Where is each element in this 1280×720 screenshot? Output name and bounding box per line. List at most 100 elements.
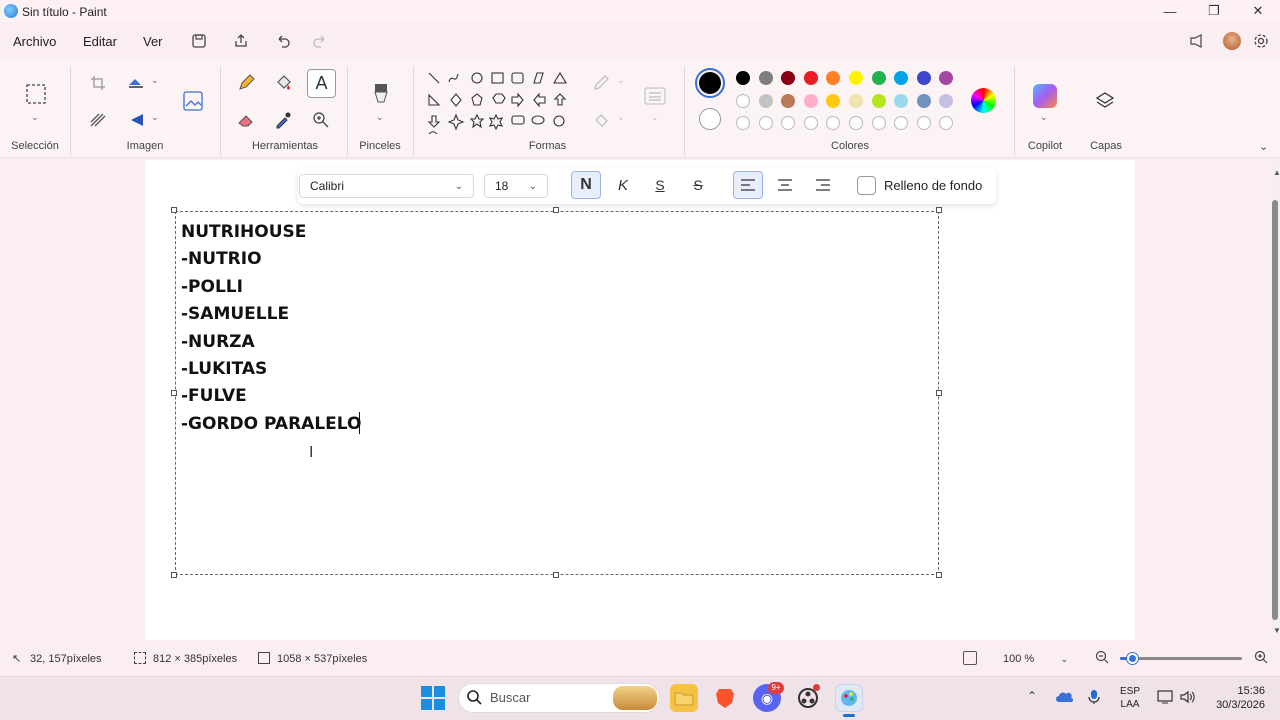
custom-color-slot[interactable] bbox=[871, 116, 886, 130]
color-swatch[interactable] bbox=[939, 71, 954, 85]
align-right-button[interactable] bbox=[808, 171, 838, 199]
feedback-icon[interactable] bbox=[1186, 30, 1208, 52]
redo-icon[interactable] bbox=[309, 30, 331, 52]
custom-color-slot[interactable] bbox=[939, 116, 954, 130]
chevron-down-icon[interactable]: ⌄ bbox=[1040, 112, 1048, 123]
resize-handle[interactable] bbox=[936, 572, 942, 578]
save-icon[interactable] bbox=[188, 30, 210, 52]
primary-color-slot[interactable] bbox=[695, 68, 725, 98]
paint-taskbar-icon[interactable] bbox=[835, 684, 863, 712]
background-fill-checkbox[interactable] bbox=[857, 176, 876, 195]
zoom-out-icon[interactable] bbox=[1095, 650, 1109, 669]
menu-ver[interactable]: Ver bbox=[143, 34, 163, 49]
image-select-icon[interactable] bbox=[86, 108, 110, 132]
color-swatch[interactable] bbox=[736, 71, 750, 85]
vertical-scrollbar[interactable]: ▲ ▼ bbox=[1270, 160, 1280, 640]
layers-icon[interactable] bbox=[1093, 89, 1117, 113]
line-size-icon[interactable] bbox=[642, 84, 668, 108]
custom-color-slot[interactable] bbox=[758, 116, 773, 130]
resize-handle[interactable] bbox=[553, 572, 559, 578]
custom-color-slot[interactable] bbox=[781, 116, 796, 130]
rectangle-select-icon[interactable] bbox=[23, 81, 49, 107]
chevron-down-icon[interactable]: ⌄ bbox=[31, 112, 39, 123]
ribbon-collapse-chevron-icon[interactable]: ⌄ bbox=[1259, 140, 1268, 153]
color-swatch[interactable] bbox=[916, 93, 931, 108]
resize-handle[interactable] bbox=[936, 390, 942, 396]
color-swatch[interactable] bbox=[758, 71, 773, 85]
minimize-button[interactable]: — bbox=[1148, 0, 1192, 22]
scroll-up-icon[interactable]: ▲ bbox=[1273, 168, 1280, 177]
crop-icon[interactable] bbox=[86, 71, 110, 95]
onedrive-cloud-icon[interactable] bbox=[1055, 690, 1073, 709]
align-center-button[interactable] bbox=[770, 171, 800, 199]
color-swatch[interactable] bbox=[939, 93, 954, 108]
menu-editar[interactable]: Editar bbox=[83, 34, 117, 49]
resize-handle[interactable] bbox=[171, 207, 177, 213]
resize-handle[interactable] bbox=[936, 207, 942, 213]
chevron-down-icon[interactable]: ⌄ bbox=[376, 112, 384, 123]
custom-color-slot[interactable] bbox=[849, 116, 863, 130]
custom-color-slot[interactable] bbox=[916, 116, 931, 130]
text-tool-icon[interactable]: A bbox=[307, 69, 336, 98]
color-swatch[interactable] bbox=[871, 93, 886, 108]
resize-handle[interactable] bbox=[171, 572, 177, 578]
scroll-thumb[interactable] bbox=[1272, 200, 1278, 620]
fill-bucket-icon[interactable] bbox=[271, 71, 295, 95]
color-swatch[interactable] bbox=[758, 93, 773, 108]
file-explorer-icon[interactable] bbox=[670, 684, 698, 712]
image-generator-icon[interactable] bbox=[180, 88, 206, 114]
resize-icon[interactable] bbox=[124, 71, 148, 95]
color-swatch[interactable] bbox=[803, 93, 818, 108]
shape-fill-icon[interactable] bbox=[590, 108, 614, 132]
edit-colors-icon[interactable] bbox=[971, 88, 996, 113]
color-swatch[interactable] bbox=[894, 93, 909, 108]
copilot-icon[interactable] bbox=[1033, 84, 1057, 108]
color-swatch[interactable] bbox=[849, 93, 863, 108]
custom-color-slot[interactable] bbox=[736, 116, 750, 130]
zoom-in-icon[interactable] bbox=[1254, 650, 1268, 669]
brush-icon[interactable] bbox=[368, 80, 394, 108]
font-size-dropdown[interactable]: 18 ⌄ bbox=[484, 174, 548, 198]
shape-outline-icon[interactable] bbox=[590, 71, 614, 95]
italic-button[interactable]: K bbox=[608, 171, 638, 199]
restore-button[interactable]: ❐ bbox=[1192, 0, 1236, 22]
color-swatch[interactable] bbox=[803, 71, 818, 85]
underline-button[interactable]: S bbox=[645, 171, 675, 199]
zoom-dropdown[interactable]: 100 % ⌄ bbox=[993, 648, 1078, 670]
scroll-down-icon[interactable]: ▼ bbox=[1273, 626, 1280, 635]
windows-start-icon[interactable] bbox=[421, 686, 445, 710]
eraser-icon[interactable] bbox=[234, 108, 258, 132]
menu-archivo[interactable]: Archivo bbox=[13, 34, 56, 49]
undo-icon[interactable] bbox=[272, 30, 294, 52]
magnifier-icon[interactable] bbox=[309, 108, 333, 132]
settings-gear-icon[interactable] bbox=[1250, 30, 1272, 52]
rotate-icon[interactable] bbox=[124, 108, 148, 132]
bold-button[interactable]: N bbox=[571, 171, 601, 199]
volume-icon[interactable] bbox=[1180, 690, 1196, 709]
chevron-down-icon[interactable]: ⌄ bbox=[151, 112, 159, 123]
secondary-color-swatch[interactable] bbox=[699, 108, 721, 130]
color-swatch[interactable] bbox=[781, 71, 796, 85]
color-swatch[interactable] bbox=[826, 93, 841, 108]
color-swatch[interactable] bbox=[826, 71, 841, 85]
text-content[interactable]: NUTRIHOUSE -NUTRIO -POLLI -SAMUELLE -NUR… bbox=[181, 219, 361, 438]
shapes-gallery[interactable] bbox=[425, 70, 577, 136]
zoom-slider[interactable] bbox=[1120, 653, 1242, 664]
align-left-button[interactable] bbox=[733, 171, 763, 199]
fit-to-window-icon[interactable] bbox=[963, 651, 977, 665]
custom-color-slot[interactable] bbox=[803, 116, 818, 130]
color-picker-icon[interactable] bbox=[271, 108, 295, 132]
resize-handle[interactable] bbox=[171, 390, 177, 396]
share-icon[interactable] bbox=[230, 30, 252, 52]
chevron-up-icon[interactable]: ⌃ bbox=[1027, 689, 1037, 703]
clock[interactable]: 15:36 30/3/2026 bbox=[1205, 684, 1265, 712]
color-swatch[interactable] bbox=[871, 71, 886, 85]
color-swatch[interactable] bbox=[849, 71, 863, 85]
network-icon[interactable] bbox=[1157, 690, 1173, 709]
input-language[interactable]: ESP LAA bbox=[1120, 685, 1140, 711]
resize-handle[interactable] bbox=[553, 207, 559, 213]
brave-browser-icon[interactable] bbox=[711, 684, 739, 712]
custom-color-slot[interactable] bbox=[826, 116, 841, 130]
strikethrough-button[interactable]: S bbox=[683, 171, 713, 199]
chevron-down-icon[interactable]: ⌄ bbox=[151, 75, 159, 86]
